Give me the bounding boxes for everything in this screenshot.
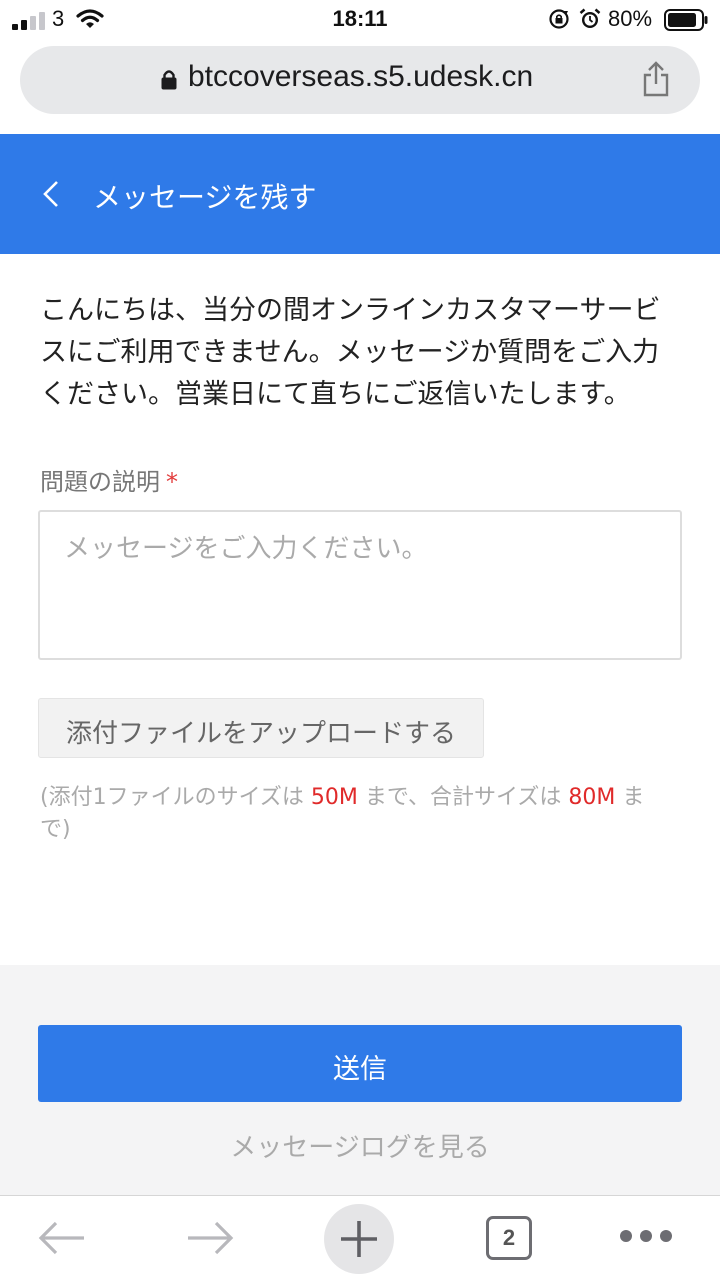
attachment-size-note: (添付1ファイルのサイズは 50M まで、合計サイズは 80M まで): [40, 782, 670, 846]
total-size-limit: 80M: [568, 785, 616, 810]
description-label-text: 問題の説明: [40, 468, 160, 496]
description-textarea[interactable]: メッセージをご入力ください。: [38, 510, 682, 660]
intro-message: こんにちは、当分の間オンラインカスタマーサービスにご利用できません。メッセージか…: [40, 295, 661, 410]
back-chevron-icon[interactable]: [40, 178, 62, 210]
share-icon[interactable]: [640, 60, 672, 98]
browser-toolbar: 2: [0, 1195, 720, 1280]
alarm-icon: [579, 8, 601, 28]
new-tab-button[interactable]: [324, 1204, 394, 1274]
back-arrow-icon[interactable]: [36, 1218, 88, 1258]
battery-percent: 80%: [608, 6, 653, 31]
page-header: メッセージを残す: [0, 134, 720, 254]
form-footer: 送信 メッセージログを見る: [0, 965, 720, 1195]
lock-icon: [161, 70, 177, 90]
send-button-label: 送信: [333, 1054, 387, 1085]
plus-icon: [341, 1221, 377, 1257]
battery-icon: [664, 9, 708, 31]
upload-attachment-button[interactable]: 添付ファイルをアップロードする: [38, 698, 484, 758]
page-title: メッセージを残す: [93, 181, 317, 214]
note-middle: まで、合計サイズは: [357, 785, 569, 810]
address-bar[interactable]: btccoverseas.s5.udesk.cn: [20, 46, 700, 114]
send-button[interactable]: 送信: [38, 1025, 682, 1102]
status-bar: 3 18:11 80%: [0, 0, 720, 40]
more-options-icon[interactable]: [618, 1228, 674, 1244]
forward-arrow-icon[interactable]: [184, 1218, 236, 1258]
note-prefix: (添付1ファイルのサイズは: [40, 785, 311, 810]
description-label: 問題の説明 *: [40, 462, 178, 497]
required-mark: *: [166, 468, 178, 496]
upload-attachment-label: 添付ファイルをアップロードする: [65, 719, 456, 749]
tab-switcher-button[interactable]: 2: [486, 1216, 532, 1260]
tab-count: 2: [502, 1225, 516, 1250]
single-file-limit: 50M: [310, 785, 358, 810]
url-text[interactable]: btccoverseas.s5.udesk.cn: [188, 60, 533, 94]
message-log-link[interactable]: メッセージログを見る: [0, 1127, 720, 1164]
description-placeholder: メッセージをご入力ください。: [64, 534, 428, 564]
rotation-lock-icon: [549, 9, 569, 29]
